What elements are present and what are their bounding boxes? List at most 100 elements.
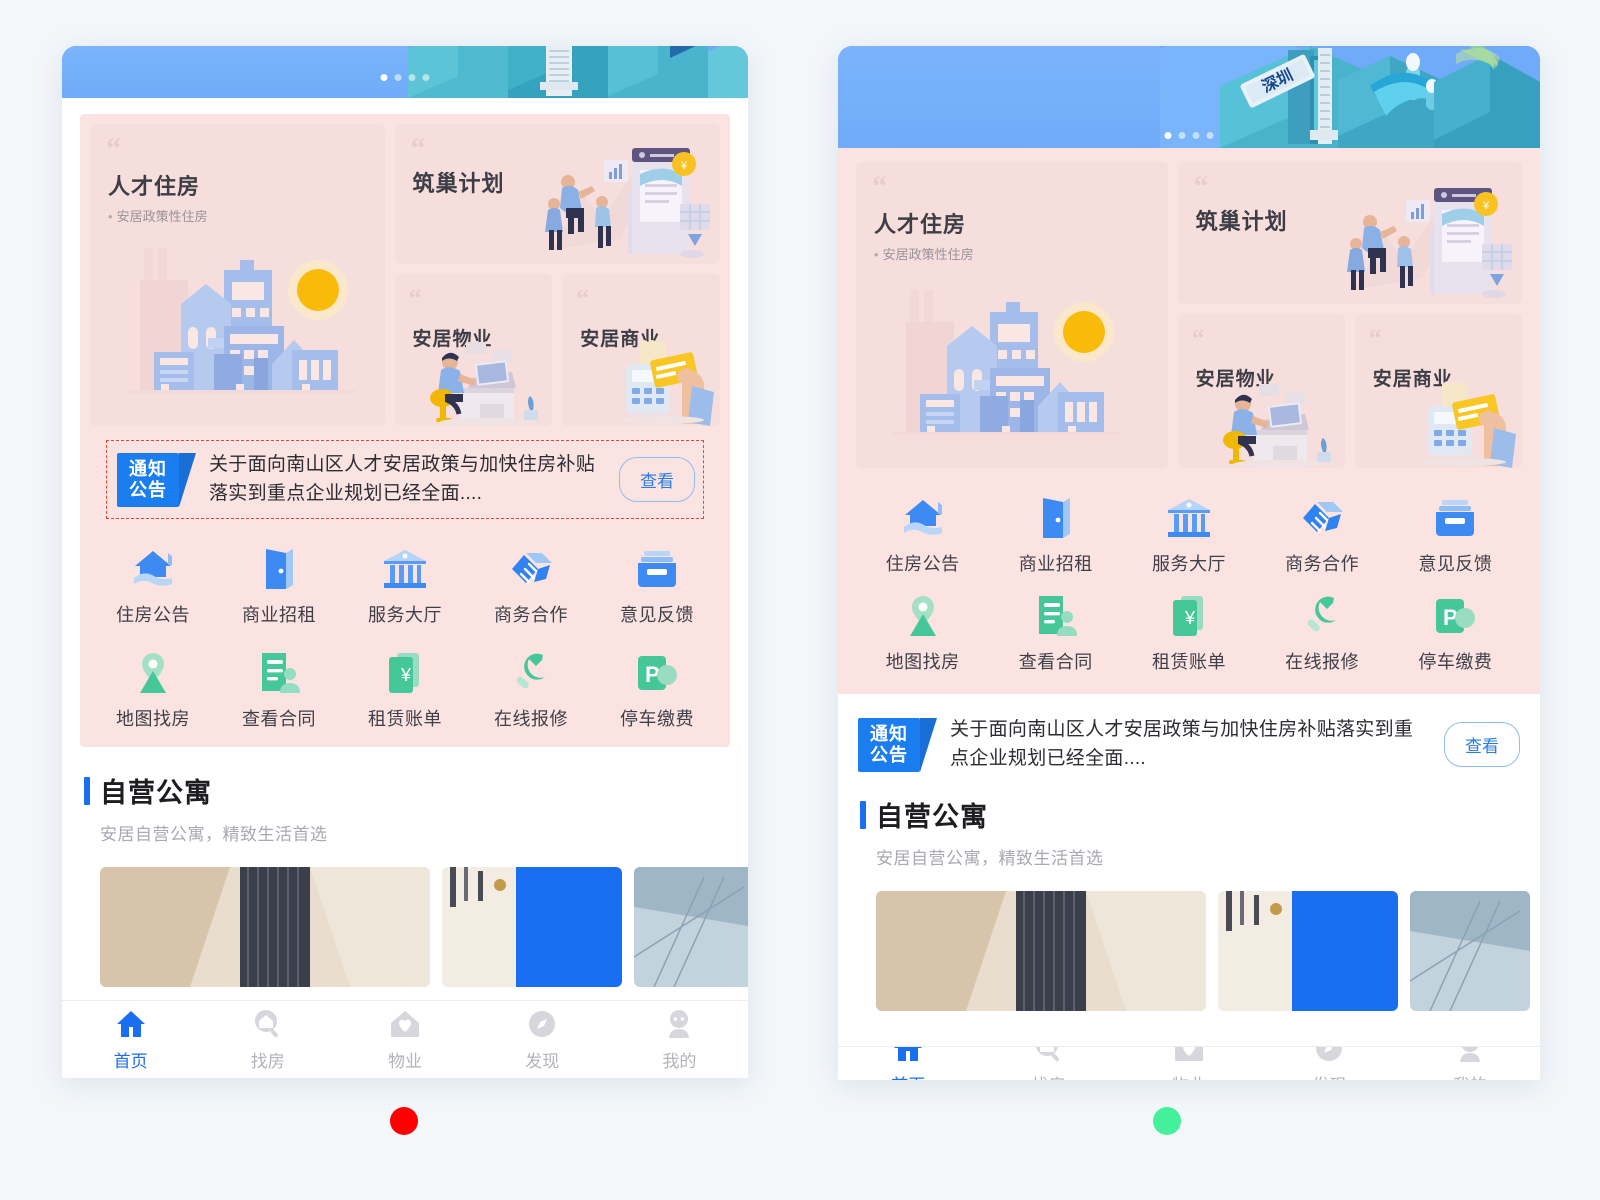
tab-discover[interactable]: 发现: [1259, 1047, 1399, 1080]
house-heart-icon: [388, 1007, 422, 1041]
banner-dot[interactable]: [1192, 132, 1200, 139]
notice-view-button[interactable]: 查看: [1444, 722, 1520, 767]
bill-yuan-icon: ¥: [1164, 590, 1214, 638]
service-item-label: 在线报修: [494, 709, 568, 729]
tab-mine[interactable]: 我的: [1400, 1047, 1540, 1080]
house-heart-icon: [1172, 1047, 1206, 1065]
banner-dots[interactable]: [1164, 132, 1214, 139]
apartment-thumb[interactable]: [100, 867, 430, 987]
banner-dot[interactable]: [408, 74, 416, 81]
apartment-thumb[interactable]: [442, 867, 622, 987]
hero-banner-left[interactable]: [62, 46, 748, 98]
service-item-feedback[interactable]: 意见反馈: [594, 529, 720, 633]
tab-home[interactable]: 首页: [838, 1047, 978, 1080]
apartment-thumb[interactable]: [876, 891, 1206, 1011]
notice-tag-body: 通知 公告: [117, 452, 179, 507]
compass-icon: [1312, 1047, 1346, 1065]
service-item-rent-bill[interactable]: ¥ 租赁账单: [342, 633, 468, 737]
svg-text:¥: ¥: [680, 160, 688, 172]
service-item-map-search[interactable]: 地图找房: [856, 580, 989, 678]
quote-mark-icon: “: [872, 170, 887, 203]
notice-banner-selected[interactable]: 通知 公告 关于面向南山区人才安居政策与加快住房补贴落实到重点企业规划已经全面.…: [106, 440, 704, 519]
notice-text: 关于面向南山区人才安居政策与加快住房补贴落实到重点企业规划已经全面....: [209, 454, 596, 504]
teamwork-growth-illustration: ¥: [545, 148, 710, 258]
tab-property[interactable]: 物业: [1119, 1047, 1259, 1080]
service-item-service-hall[interactable]: 服务大厅: [1122, 482, 1255, 580]
service-item-parking-fee[interactable]: P 停车缴费: [1389, 580, 1522, 678]
apartment-thumb[interactable]: [634, 867, 748, 987]
service-item-view-contract[interactable]: 查看合同: [989, 580, 1122, 678]
quote-mark-icon: “: [410, 132, 426, 165]
service-item-parking-fee[interactable]: P 停车缴费: [594, 633, 720, 737]
banner-dot[interactable]: [1206, 132, 1214, 139]
service-item-rent-bill[interactable]: ¥ 租赁账单: [1122, 580, 1255, 678]
service-item-feedback[interactable]: 意见反馈: [1389, 482, 1522, 580]
tab-label: 物业: [1172, 1071, 1206, 1080]
service-item-label: 查看合同: [1018, 652, 1093, 672]
banner-dot[interactable]: [1164, 132, 1172, 139]
section-accent-bar: [84, 776, 90, 805]
service-item-business-cooperation[interactable]: 商务合作: [1256, 482, 1389, 580]
tab-label: 找房: [250, 1052, 285, 1071]
service-item-label: 商业招租: [242, 605, 316, 625]
service-item-label: 停车缴费: [620, 709, 694, 729]
banner-dot[interactable]: [394, 74, 402, 81]
tab-discover[interactable]: 发现: [474, 1007, 611, 1072]
banner-dot[interactable]: [422, 74, 430, 81]
notice-banner[interactable]: 通知 公告 关于面向南山区人才安居政策与加快住房补贴落实到重点企业规划已经全面.…: [858, 716, 1520, 773]
service-item-service-hall[interactable]: 服务大厅: [342, 529, 468, 633]
promo-card-talent-housing[interactable]: “ 人才住房 安居政策性住房: [856, 162, 1168, 468]
service-item-view-contract[interactable]: 查看合同: [216, 633, 342, 737]
tab-find-house[interactable]: 找房: [978, 1047, 1118, 1080]
service-item-online-repair[interactable]: 在线报修: [468, 633, 594, 737]
tab-property[interactable]: 物业: [336, 1007, 473, 1072]
promo-card-property[interactable]: “ 安居物业: [1177, 314, 1345, 468]
status-dot-red: [390, 1107, 418, 1135]
notice-banner-area[interactable]: 通知 公告 关于面向南山区人才安居政策与加快住房补贴落实到重点企业规划已经全面.…: [858, 712, 1520, 777]
tab-find-house[interactable]: 找房: [199, 1007, 336, 1072]
banner-dot[interactable]: [1178, 132, 1186, 139]
tab-home[interactable]: 首页: [62, 1007, 199, 1072]
promo-card-title: 安居商业: [580, 329, 661, 350]
service-item-housing-notice[interactable]: 住房公告: [90, 529, 216, 633]
quote-mark-icon: “: [408, 284, 422, 313]
bill-yuan-icon: ¥: [380, 647, 430, 695]
section-title: 自营公寓: [100, 778, 212, 808]
door-icon: [254, 543, 304, 591]
service-icon-grid: 住房公告 商业招租 服务大厅 商务合作 意见反馈 地图找房 查看合同 ¥ 租赁账…: [856, 482, 1522, 678]
promo-cards-row: “ 人才住房 安居政策性住房: [90, 124, 720, 426]
promo-card-nest-plan[interactable]: “ 筑巢计划 ¥: [1177, 162, 1522, 304]
promo-card-title: 安居物业: [412, 329, 493, 350]
apartment-thumbnails: [876, 891, 1530, 1011]
service-item-map-search[interactable]: 地图找房: [90, 633, 216, 737]
notice-view-button[interactable]: 查看: [619, 457, 695, 502]
service-item-label: 意见反馈: [1418, 554, 1493, 574]
notice-tag-tail-icon: [920, 717, 937, 772]
service-icon-grid: 住房公告 商业招租 服务大厅 商务合作 意见反馈 地图找房 查看合同 ¥ 租赁账…: [90, 529, 720, 737]
promo-card-commerce[interactable]: “ 安居商业: [562, 274, 720, 426]
bottom-tab-bar[interactable]: 首页 找房 物业 发现: [62, 1000, 748, 1078]
service-item-commercial-lease[interactable]: 商业招租: [989, 482, 1122, 580]
wrench-icon: [506, 647, 556, 695]
service-item-online-repair[interactable]: 在线报修: [1256, 580, 1389, 678]
apartment-thumb[interactable]: [1410, 891, 1530, 1011]
promo-card-nest-plan[interactable]: “ 筑巢计划 ¥: [394, 124, 720, 264]
promo-card-property[interactable]: “ 安居物业: [394, 274, 553, 426]
self-operated-section: 自营公寓 安居自营公寓，精致生活首选: [838, 777, 1540, 1011]
service-item-housing-notice[interactable]: 住房公告: [856, 482, 989, 580]
promo-card-commerce[interactable]: “ 安居商业: [1354, 314, 1522, 468]
apartment-thumb[interactable]: [1218, 891, 1398, 1011]
banner-dots[interactable]: [380, 74, 430, 81]
promo-card-talent-housing[interactable]: “ 人才住房 安居政策性住房: [90, 124, 385, 426]
tab-mine[interactable]: 我的: [611, 1007, 748, 1072]
hero-banner-right[interactable]: 深圳: [838, 46, 1540, 148]
notice-banner[interactable]: 通知 公告 关于面向南山区人才安居政策与加快住房补贴落实到重点企业规划已经全面.…: [117, 451, 695, 508]
tab-label: 发现: [525, 1052, 560, 1071]
promo-small-cards-row: “ 安居物业 “ 安居商业: [1177, 314, 1522, 468]
tab-label: 首页: [113, 1052, 148, 1071]
service-item-commercial-lease[interactable]: 商业招租: [216, 529, 342, 633]
tab-label: 我的: [662, 1052, 697, 1071]
banner-dot[interactable]: [380, 74, 388, 81]
service-item-business-cooperation[interactable]: 商务合作: [468, 529, 594, 633]
bottom-tab-bar[interactable]: 首页 找房 物业 发现: [838, 1046, 1540, 1080]
